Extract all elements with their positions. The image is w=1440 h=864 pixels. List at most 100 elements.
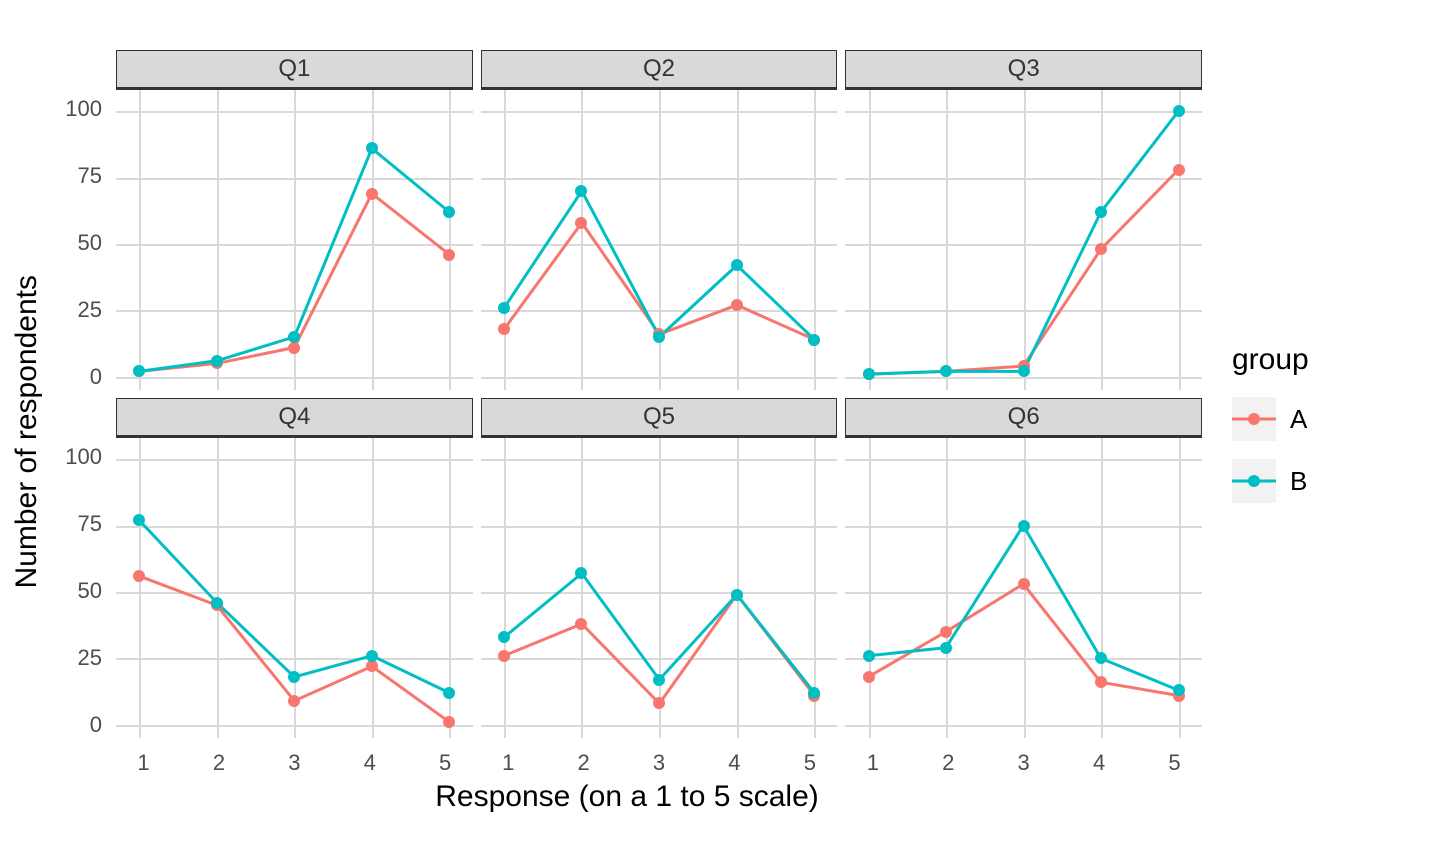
data-point xyxy=(366,650,378,662)
y-tick-label: 25 xyxy=(78,645,102,671)
data-point xyxy=(575,618,587,630)
legend-title: group xyxy=(1232,343,1309,377)
panel xyxy=(116,88,473,390)
data-point xyxy=(133,365,145,377)
data-point xyxy=(575,567,587,579)
series-line-a xyxy=(869,170,1179,374)
data-point xyxy=(498,323,510,335)
data-point xyxy=(211,597,223,609)
x-tick-label: 4 xyxy=(364,750,376,776)
plot-svg xyxy=(481,438,838,738)
data-point xyxy=(1018,365,1030,377)
data-point xyxy=(575,217,587,229)
data-point xyxy=(1173,684,1185,696)
data-point xyxy=(288,331,300,343)
data-point xyxy=(653,697,665,709)
facet-strip: Q3 xyxy=(845,50,1202,88)
data-point xyxy=(1018,520,1030,532)
y-tick-label: 100 xyxy=(65,96,102,122)
faceted-line-chart: Number of respondents X0255075100Q1Q2Q3X… xyxy=(10,50,1309,814)
facet-q1: Q1 xyxy=(116,50,473,390)
facet-q4: Q4 xyxy=(116,398,473,738)
data-point xyxy=(1095,652,1107,664)
x-tick-label: 3 xyxy=(288,750,300,776)
y-tick-label: 75 xyxy=(78,511,102,537)
y-tick-label: 100 xyxy=(65,444,102,470)
data-point xyxy=(133,514,145,526)
facet-strip: Q5 xyxy=(481,398,838,436)
panel xyxy=(481,436,838,738)
legend-label: A xyxy=(1290,404,1307,435)
series-line-a xyxy=(504,595,814,704)
data-point xyxy=(366,188,378,200)
x-ticks: 12345 xyxy=(481,746,838,776)
x-tick-label: 3 xyxy=(1018,750,1030,776)
data-point xyxy=(575,185,587,197)
y-tick-label: 25 xyxy=(78,297,102,323)
data-point xyxy=(808,334,820,346)
data-point xyxy=(366,660,378,672)
panel xyxy=(845,436,1202,738)
data-point xyxy=(863,368,875,380)
legend-item-b: B xyxy=(1232,459,1309,503)
y-ticks: X0255075100 xyxy=(52,50,108,390)
data-point xyxy=(1095,243,1107,255)
facet-strip: Q1 xyxy=(116,50,473,88)
facet-q5: Q5 xyxy=(481,398,838,738)
data-point xyxy=(940,626,952,638)
data-point xyxy=(653,674,665,686)
y-tick-label: 50 xyxy=(78,578,102,604)
data-point xyxy=(1173,105,1185,117)
plot-svg xyxy=(481,90,838,390)
plot-svg xyxy=(845,90,1202,390)
plot-svg xyxy=(116,438,473,738)
data-point xyxy=(443,249,455,261)
x-axis-label: Response (on a 1 to 5 scale) xyxy=(52,780,1202,814)
data-point xyxy=(940,365,952,377)
data-point xyxy=(498,650,510,662)
legend-key xyxy=(1232,459,1276,503)
legend: group AB xyxy=(1232,343,1309,521)
x-tick-label: 4 xyxy=(1093,750,1105,776)
data-point xyxy=(443,687,455,699)
series-line-b xyxy=(869,111,1179,374)
facet-q3: Q3 xyxy=(845,50,1202,390)
spacer xyxy=(52,746,108,776)
data-point xyxy=(1095,676,1107,688)
x-tick-label: 2 xyxy=(942,750,954,776)
data-point xyxy=(211,355,223,367)
data-point xyxy=(366,142,378,154)
facet-q2: Q2 xyxy=(481,50,838,390)
data-point xyxy=(498,302,510,314)
x-ticks: 12345 xyxy=(116,746,473,776)
data-point xyxy=(808,687,820,699)
y-tick-label: 0 xyxy=(90,364,102,390)
x-tick-label: 1 xyxy=(502,750,514,776)
data-point xyxy=(1173,164,1185,176)
y-tick-label: 75 xyxy=(78,163,102,189)
x-tick-label: 3 xyxy=(653,750,665,776)
facet-strip: Q2 xyxy=(481,50,838,88)
data-point xyxy=(863,671,875,683)
data-point xyxy=(288,695,300,707)
x-tick-label: 1 xyxy=(867,750,879,776)
x-tick-label: 2 xyxy=(213,750,225,776)
series-line-b xyxy=(869,526,1179,691)
y-ticks: X0255075100 xyxy=(52,398,108,738)
x-tick-label: 2 xyxy=(577,750,589,776)
grid-area: X0255075100Q1Q2Q3X0255075100Q4Q5Q6123451… xyxy=(52,50,1202,814)
panel xyxy=(116,436,473,738)
data-point xyxy=(288,671,300,683)
data-point xyxy=(940,642,952,654)
data-point xyxy=(443,716,455,728)
data-point xyxy=(1095,206,1107,218)
facet-q6: Q6 xyxy=(845,398,1202,738)
legend-dot-icon xyxy=(1248,413,1260,425)
x-tick-label: 1 xyxy=(137,750,149,776)
data-point xyxy=(498,631,510,643)
facet-strip: Q4 xyxy=(116,398,473,436)
data-point xyxy=(288,342,300,354)
legend-label: B xyxy=(1290,466,1307,497)
data-point xyxy=(1018,578,1030,590)
x-ticks: 12345 xyxy=(845,746,1202,776)
